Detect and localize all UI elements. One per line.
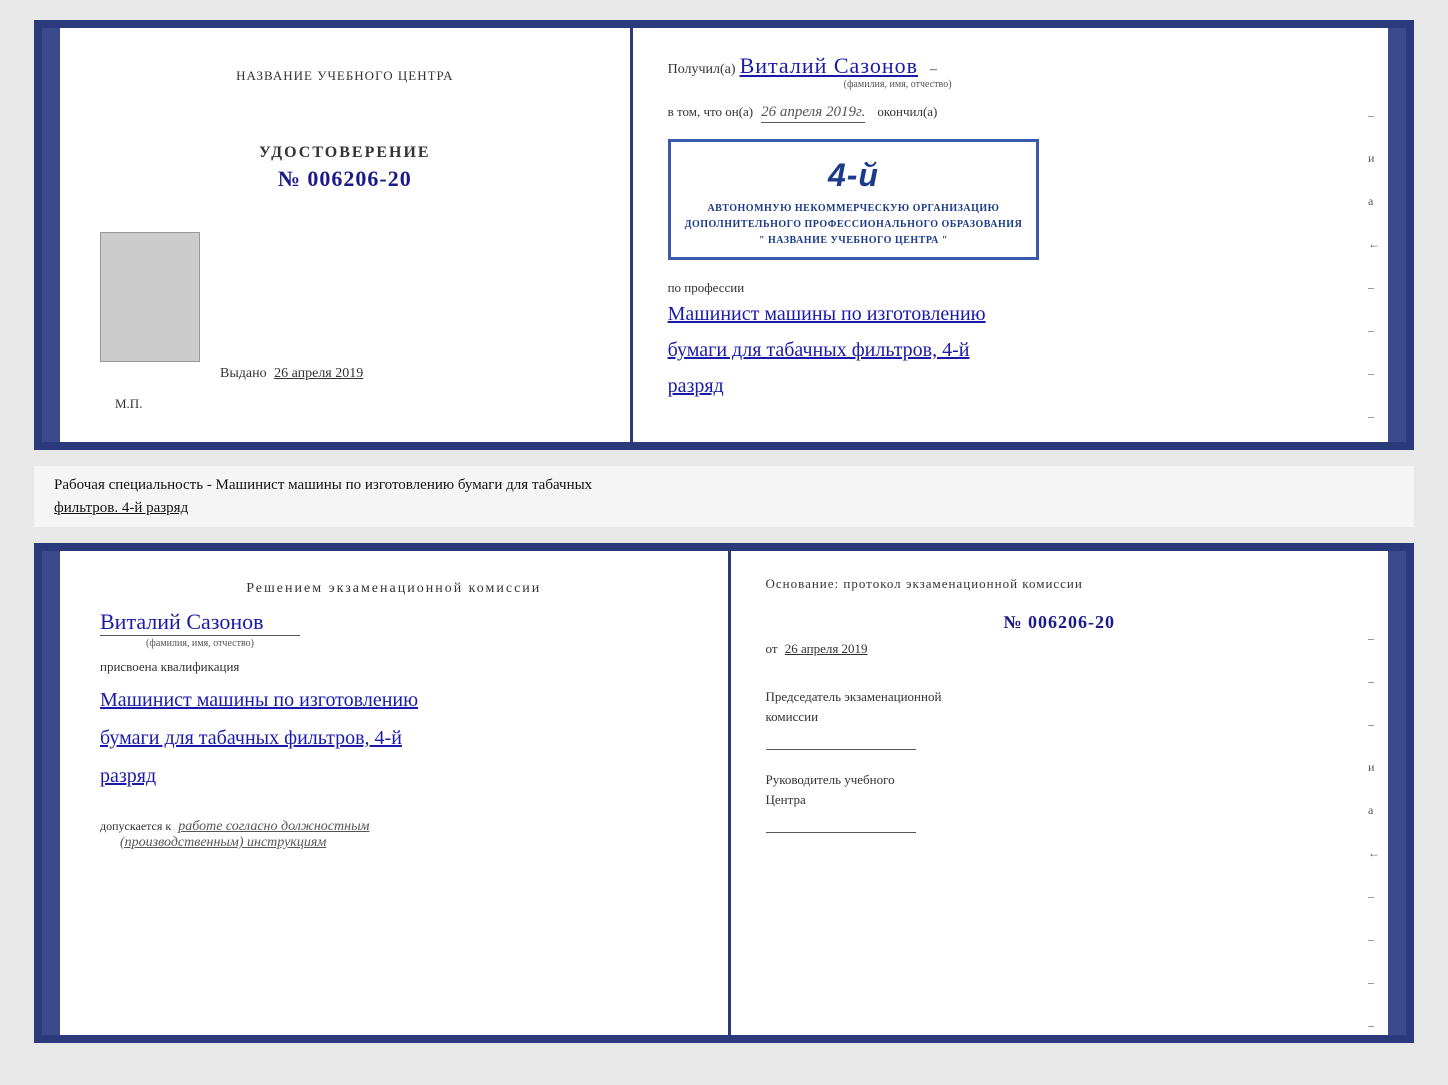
b-edge-a: а (1368, 803, 1380, 818)
name-subtext: (фамилия, имя, отчество) (788, 79, 1008, 90)
spine-right (1388, 28, 1406, 442)
dopuskaetsya-prefix: допускается к (100, 819, 171, 833)
udost-number: № 006206-20 (278, 166, 412, 192)
bottom-right-page: Основание: протокол экзаменационной коми… (731, 551, 1389, 1035)
org-name-label: НАЗВАНИЕ УЧЕБНОГО ЦЕНТРА (236, 68, 453, 84)
predsedatel-block: Председатель экзаменационной комиссии (766, 687, 1354, 750)
edge-dash-3: – (1368, 323, 1380, 338)
okonchil-label: окончил(а) (877, 104, 937, 120)
name-handwritten-bottom: Виталий Сазонов (100, 609, 688, 635)
dash1: – (930, 62, 937, 78)
label-section: Рабочая специальность - Машинист машины … (34, 466, 1414, 527)
certificate-bottom: Решением экзаменационной комиссии Витали… (34, 543, 1414, 1043)
spine-left-bottom (42, 551, 60, 1035)
right-edge-marks: – и а ← – – – – (1368, 108, 1380, 424)
edge-dash-5: – (1368, 409, 1380, 424)
po-professii-label: по профессии (668, 280, 1353, 296)
ot-prefix: от (766, 641, 778, 656)
predsedatel-signature-line (766, 730, 916, 750)
spine-right-bottom (1388, 551, 1406, 1035)
bottom-left-page: Решением экзаменационной комиссии Витали… (60, 551, 731, 1035)
ot-date: 26 апреля 2019 (785, 641, 868, 656)
edge-dash-1: – (1368, 108, 1380, 123)
b-edge-dash-7: – (1368, 1018, 1380, 1033)
edge-i: и (1368, 151, 1380, 166)
predsedatel-label: Председатель экзаменационной комиссии (766, 687, 1354, 726)
b-edge-dash-4: – (1368, 889, 1380, 904)
poluchil-line: Получил(а) Виталий Сазонов – (668, 53, 1353, 79)
stamp-line2: ДОПОЛНИТЕЛЬНОГО ПРОФЕССИОНАЛЬНОГО ОБРАЗО… (685, 217, 1023, 233)
ot-line: от 26 апреля 2019 (766, 641, 1354, 657)
b-edge-dash-3: – (1368, 717, 1380, 732)
spine-left (42, 28, 60, 442)
photo-placeholder (100, 232, 200, 362)
mp-label: М.П. (115, 396, 142, 412)
b-edge-dash-5: – (1368, 932, 1380, 947)
prisvoena-label: присвоена квалификация (100, 659, 688, 675)
fio-subtext-bottom: (фамилия, имя, отчество) (100, 635, 300, 649)
rukovoditel-label: Руководитель учебного Центра (766, 770, 1354, 809)
edge-arrow: ← (1368, 237, 1380, 252)
profession-line3: разряд (668, 368, 1353, 404)
kvalif-line2: бумаги для табачных фильтров, 4-й (100, 719, 688, 757)
protocol-number: № 006206-20 (766, 612, 1354, 633)
label-text-underlined: фильтров. 4-й разряд (54, 500, 188, 516)
vydano-line: Выдано 26 апреля 2019 (220, 366, 363, 382)
kvalif-line1: Машинист машины по изготовлению (100, 681, 688, 719)
name-handwritten: Виталий Сазонов (740, 53, 918, 79)
label-text-prefix: Рабочая специальность - Машинист машины … (54, 477, 592, 493)
vtom-line: в том, что он(а) 26 апреля 2019г. окончи… (668, 104, 1353, 123)
udost-label: УДОСТОВЕРЕНИЕ (259, 144, 431, 162)
profession-line1: Машинист машины по изготовлению (668, 296, 1353, 332)
kvalif-line3: разряд (100, 757, 688, 795)
edge-dash-2: – (1368, 280, 1380, 295)
edge-dash-4: – (1368, 366, 1380, 381)
edge-a: а (1368, 194, 1380, 209)
dopusk-text: работе согласно должностным (178, 819, 369, 834)
right-edge-marks-bottom: – – – и а ← – – – – – (1368, 631, 1380, 1043)
b-edge-dash-1: – (1368, 631, 1380, 646)
stamp-box: 4-й АВТОНОМНУЮ НЕКОММЕРЧЕСКУЮ ОРГАНИЗАЦИ… (668, 139, 1040, 260)
poluchil-prefix: Получил(а) (668, 62, 736, 78)
rukovoditel-signature-line (766, 813, 916, 833)
stamp-line3: " НАЗВАНИЕ УЧЕБНОГО ЦЕНТРА " (685, 233, 1023, 249)
vtom-date: 26 апреля 2019г. (761, 104, 865, 123)
cert-left-page: НАЗВАНИЕ УЧЕБНОГО ЦЕНТРА УДОСТОВЕРЕНИЕ №… (60, 28, 633, 442)
rukovoditel-block: Руководитель учебного Центра (766, 770, 1354, 833)
dopusk-text2: (производственным) инструкциям (120, 835, 326, 850)
stamp-number: 4-й (685, 150, 1023, 201)
b-edge-i: и (1368, 760, 1380, 775)
vydano-date: 26 апреля 2019 (274, 366, 363, 381)
osnovanie-label: Основание: протокол экзаменационной коми… (766, 576, 1354, 592)
b-edge-dash-2: – (1368, 674, 1380, 689)
resheniem-label: Решением экзаменационной комиссии (100, 581, 688, 597)
profession-line2: бумаги для табачных фильтров, 4-й (668, 332, 1353, 368)
b-edge-dash-6: – (1368, 975, 1380, 990)
certificate-top: НАЗВАНИЕ УЧЕБНОГО ЦЕНТРА УДОСТОВЕРЕНИЕ №… (34, 20, 1414, 450)
vtom-prefix: в том, что он(а) (668, 104, 754, 120)
vydano-prefix: Выдано (220, 366, 267, 381)
cert-right-page: Получил(а) Виталий Сазонов – (фамилия, и… (633, 28, 1388, 442)
dopuskaetsya-line: допускается к работе согласно должностны… (100, 819, 688, 851)
b-edge-arrow: ← (1368, 846, 1380, 861)
stamp-line1: АВТОНОМНУЮ НЕКОММЕРЧЕСКУЮ ОРГАНИЗАЦИЮ (685, 201, 1023, 217)
